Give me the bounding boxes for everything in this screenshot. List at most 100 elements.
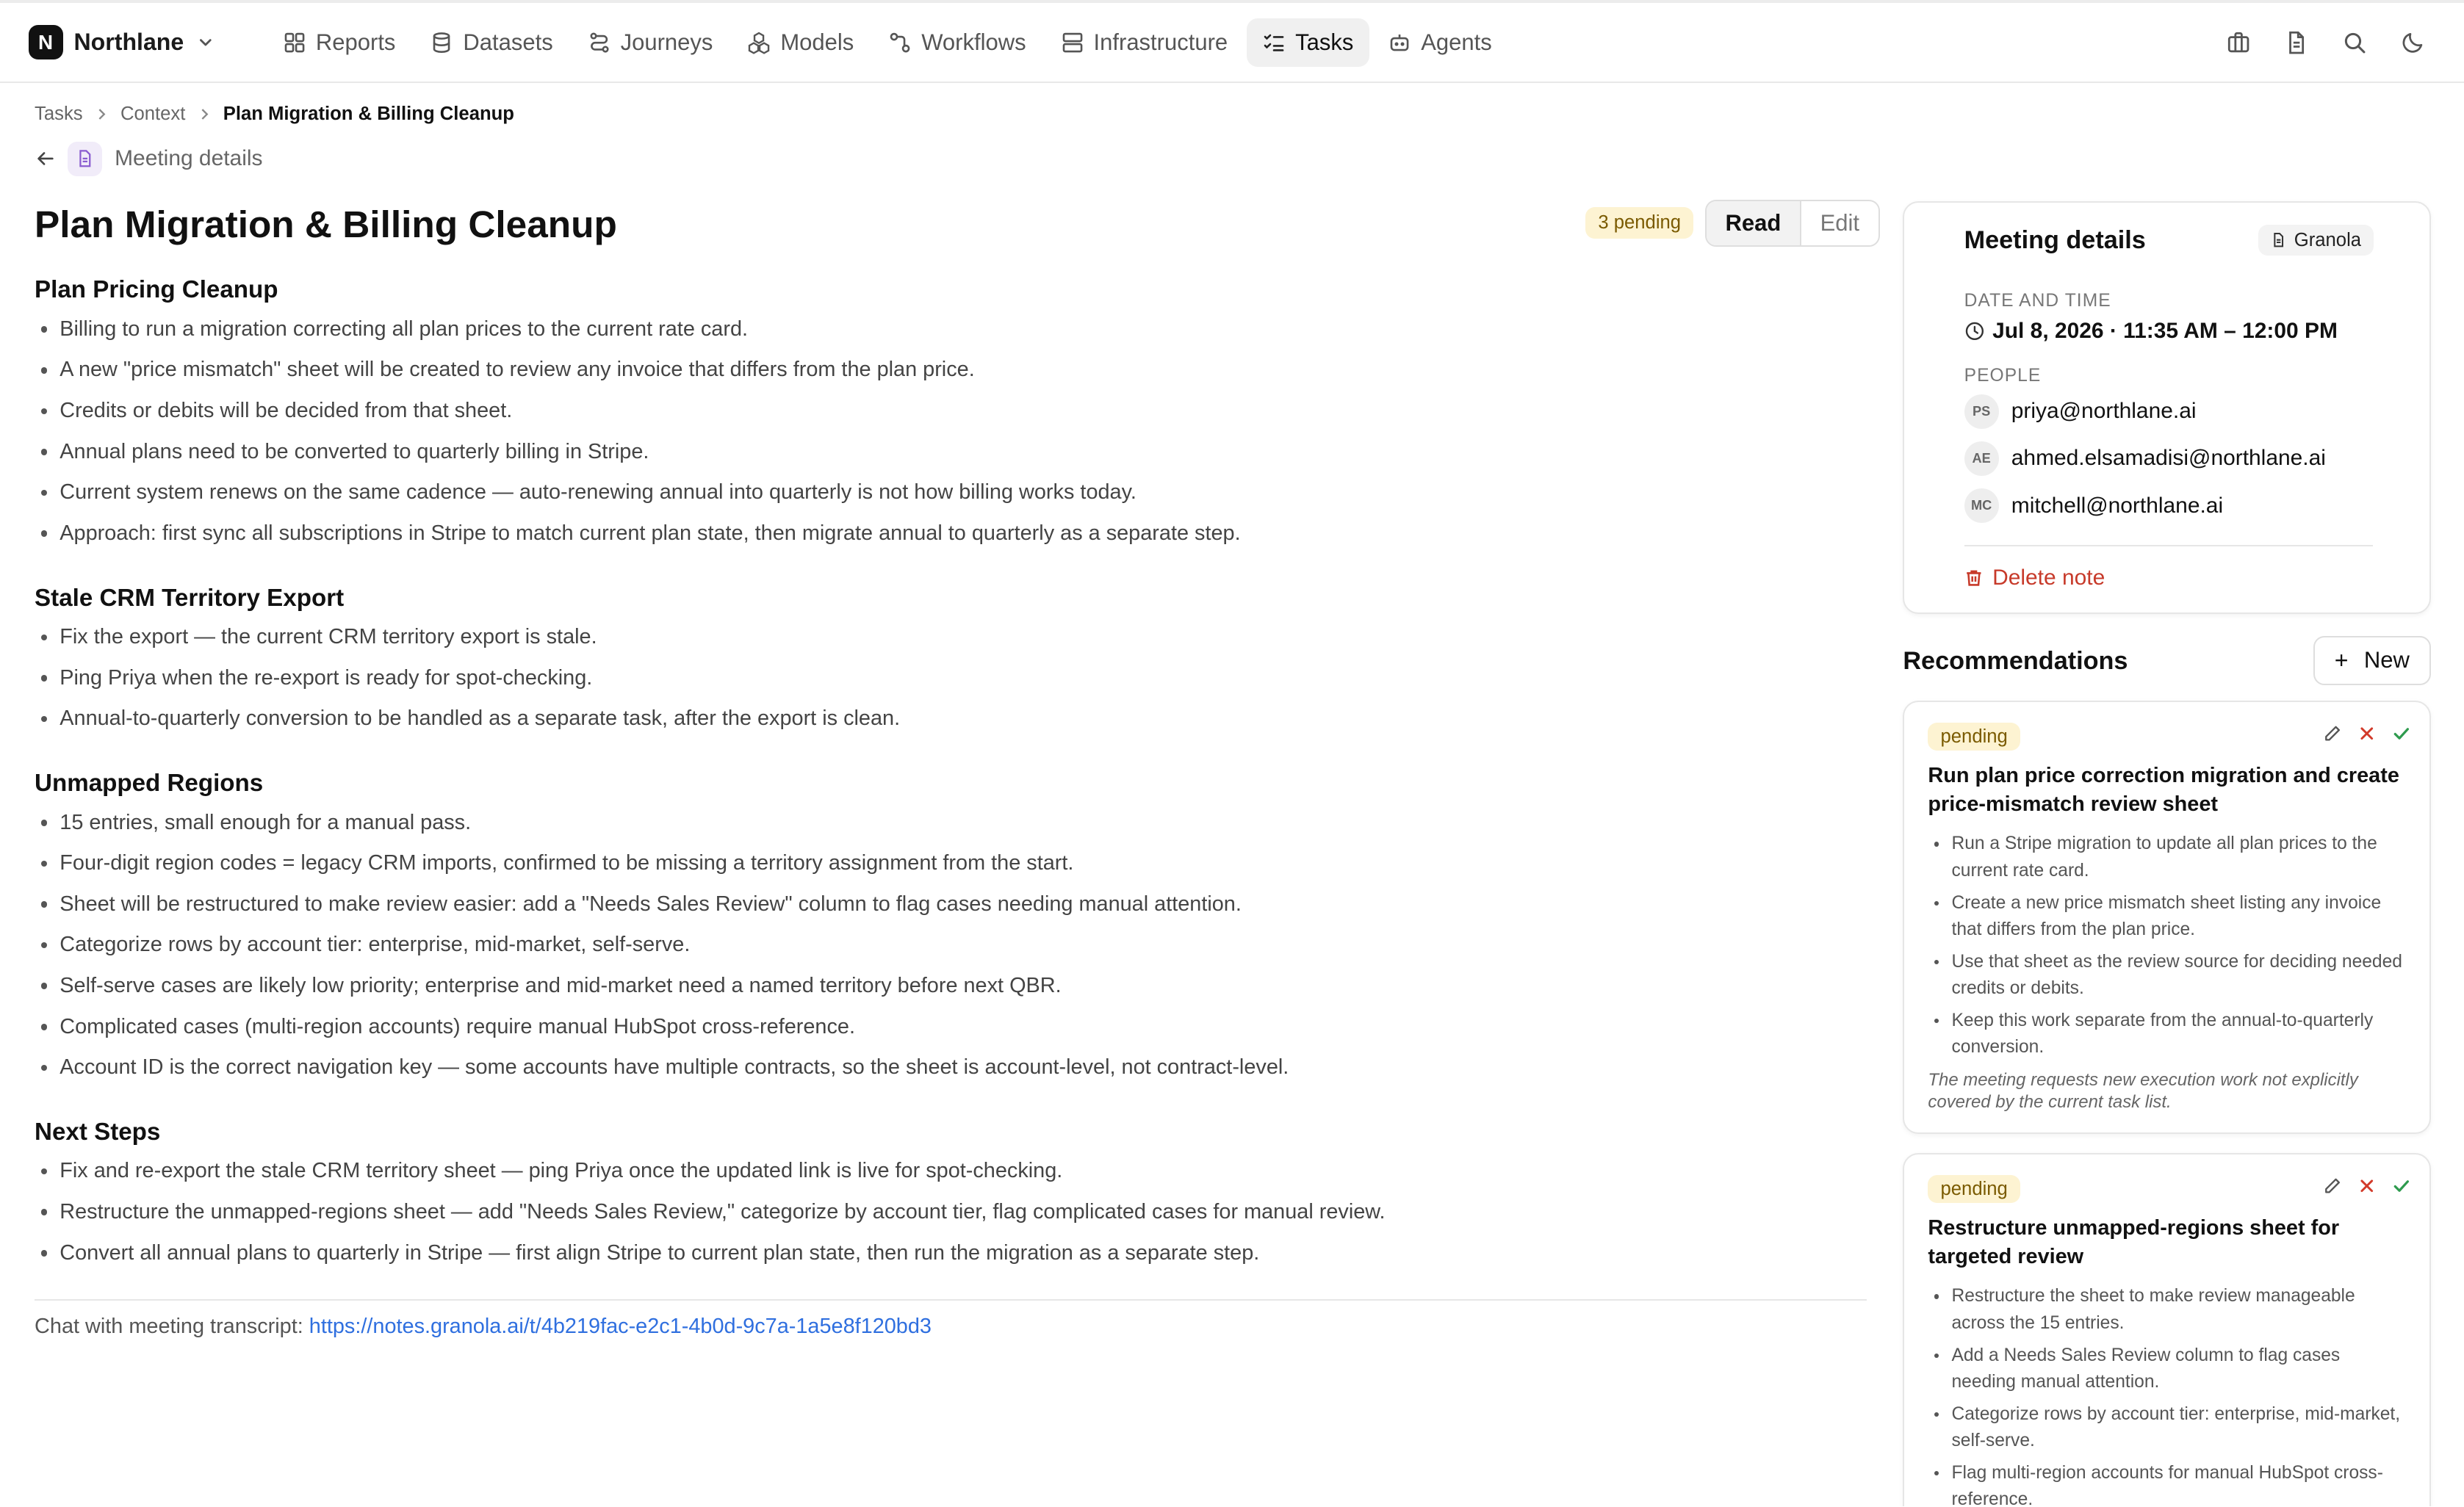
nav-item-label: Journeys [620,29,713,55]
list-item: Restructure the sheet to make review man… [1928,1283,2407,1337]
close-icon [2360,1179,2373,1193]
trash-icon [1966,570,1981,586]
meeting-card-title: Meeting details [1964,225,2146,254]
read-mode-button[interactable]: Read [1706,200,1801,245]
accept-button[interactable] [2392,724,2411,743]
nav-item-journeys[interactable]: Journeys [572,18,728,67]
nav-item-label: Datasets [463,29,553,55]
person-row: MC mitchell@northlane.ai [1964,488,2224,524]
document-icon [79,150,91,167]
nav-item-datasets[interactable]: Datasets [414,18,569,67]
nav-item-label: Infrastructure [1093,29,1228,55]
list-item: Convert all annual plans to quarterly in… [35,1233,1386,1274]
nav-item-label: Reports [315,29,396,55]
section-stale-crm-territory-export: Stale CRM Territory Export Fix the expor… [35,585,900,740]
people-label: PEOPLE [1964,366,2042,386]
checklist-icon [1264,34,1284,51]
person-email: priya@northlane.ai [2011,399,2197,424]
source-chip[interactable]: Granola [2258,224,2374,256]
plus-icon: + [2334,646,2349,673]
back-button[interactable] [33,146,58,171]
recommendations-title: Recommendations [1903,647,2128,676]
section-bullets: Fix and re-export the stale CRM territor… [35,1151,1386,1273]
edit-mode-button[interactable]: Edit [1801,201,1878,245]
recommendation-card: pending Restructure unmapped-regions she… [1903,1153,2432,1507]
recommendation-title: Run plan price correction migration and … [1928,764,2399,816]
section-bullets: Fix the export — the current CRM territo… [35,617,900,740]
accept-button[interactable] [2392,1177,2411,1196]
brand-logo: N [28,25,63,60]
nav-item-label: Agents [1421,29,1492,55]
app-root: N Northlane Reports Datasets Journeys Mo… [0,0,2464,1507]
person-email: mitchell@northlane.ai [2011,493,2224,518]
section-next-steps: Next Steps Fix and re-export the stale C… [35,1118,1386,1273]
nav-item-label: Models [780,29,854,55]
read-edit-toggle: Read Edit [1704,199,1880,247]
page-title: Plan Migration & Billing Cleanup [35,203,617,245]
recommendations-header: Recommendations + New [1903,636,2432,686]
list-item: Flag multi-region accounts for manual Hu… [1928,1460,2407,1506]
reject-button[interactable] [2357,724,2377,743]
document-icon [2289,31,2305,54]
list-item: Fix the export — the current CRM territo… [35,617,900,658]
nav-item-agents[interactable]: Agents [1372,18,1507,67]
bot-icon [1391,34,1409,51]
breadcrumb-item-context[interactable]: Context [120,104,185,125]
grid-icon [284,32,305,53]
breadcrumb-item-tasks[interactable]: Tasks [35,104,83,125]
section-plan-pricing-cleanup: Plan Pricing Cleanup Billing to run a mi… [35,276,1241,554]
meeting-doc-badge [67,141,102,176]
recommendation-bullets: Run a Stripe migration to update all pla… [1928,831,2407,1066]
list-item: Billing to run a migration correcting al… [35,309,1241,350]
transcript-link[interactable]: https://notes.granola.ai/t/4b219fac-e2c1… [309,1315,932,1338]
document-icon [2274,233,2283,247]
edit-button[interactable] [2323,1177,2342,1196]
pencil-icon [2324,726,2340,741]
list-item: Current system renews on the same cadenc… [35,472,1241,513]
top-navbar: N Northlane Reports Datasets Journeys Mo… [0,3,2464,84]
list-item: Run a Stripe migration to update all pla… [1928,831,2407,884]
search-icon [2345,32,2366,54]
briefcase-button[interactable] [2209,13,2267,71]
new-button-label: New [2363,647,2410,673]
theme-toggle-button[interactable] [2384,13,2442,71]
brand-name: Northlane [73,29,184,56]
search-button[interactable] [2326,13,2384,71]
list-item: Four-digit region codes = legacy CRM imp… [35,843,1289,884]
meeting-details-card: Meeting details Granola DATE AND TIME Ju… [1903,200,2432,615]
list-item: Complicated cases (multi-region accounts… [35,1007,1289,1048]
list-item: Categorize rows by account tier: enterpr… [35,925,1289,966]
workflow-icon [890,32,910,53]
breadcrumb: Tasks Context Plan Migration & Billing C… [35,104,514,125]
title-row: Plan Migration & Billing Cleanup 3 pendi… [35,189,1880,261]
nav-item-reports[interactable]: Reports [267,18,411,67]
check-icon [2393,1180,2409,1192]
nav-item-infrastructure[interactable]: Infrastructure [1045,18,1243,67]
briefcase-icon [2227,32,2249,52]
nav-item-workflows[interactable]: Workflows [873,18,1042,67]
avatar: AE [1964,441,1999,476]
server-icon [1062,32,1082,53]
edit-button[interactable] [2323,724,2342,743]
workspace-switcher[interactable]: N Northlane [28,25,248,60]
database-icon [433,32,450,53]
list-item: Sheet will be restructured to make revie… [35,884,1289,925]
nav-item-label: Workflows [921,29,1026,55]
list-item: Annual plans need to be converted to qua… [35,432,1241,473]
recommendation-actions [2307,1177,2410,1196]
person-row: AE ahmed.elsamadisi@northlane.ai [1964,441,2326,476]
list-item: Keep this work separate from the annual-… [1928,1008,2407,1061]
list-item: Credits or debits will be decided from t… [35,391,1241,432]
chevron-down-icon [200,39,212,46]
delete-note-button[interactable]: Delete note [1964,565,2105,590]
recommendation-title: Restructure unmapped-regions sheet for t… [1928,1216,2340,1268]
nav-item-models[interactable]: Models [732,18,870,67]
section-bullets: 15 entries, small enough for a manual pa… [35,803,1289,1088]
avatar: PS [1964,394,1999,429]
reject-button[interactable] [2357,1177,2377,1196]
nav-item-label: Tasks [1295,29,1354,55]
documents-button[interactable] [2268,13,2326,71]
moon-icon [2402,32,2423,53]
new-recommendation-button[interactable]: + New [2313,636,2432,685]
nav-item-tasks[interactable]: Tasks [1246,18,1369,67]
